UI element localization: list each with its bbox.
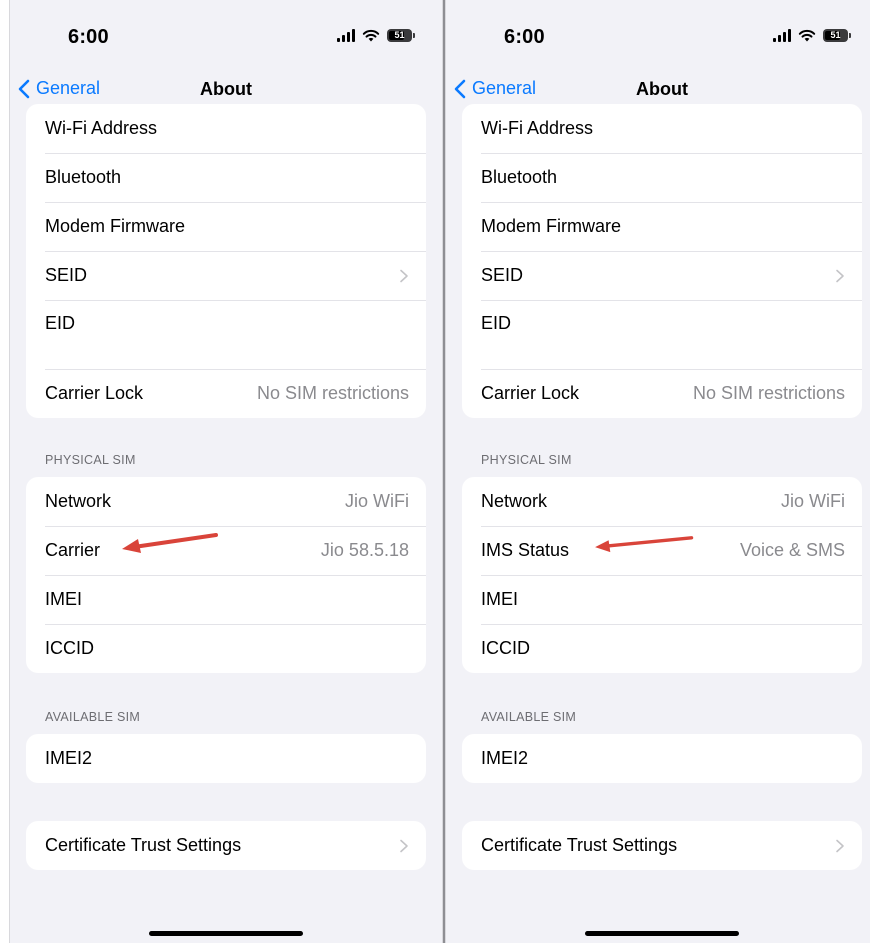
certificate-group: Certificate Trust Settings [462,821,862,870]
status-time: 6:00 [68,26,109,48]
wifi-icon [362,29,380,42]
page-title: About [636,79,688,99]
comparison-screens: 6:00 51 General About Wi-Fi Address Blue… [0,0,870,943]
battery-level: 51 [830,30,841,40]
home-indicator[interactable] [585,931,739,936]
page-title: About [200,79,252,99]
chevron-right-icon [836,839,844,852]
available-sim-group: IMEI2 [26,734,426,783]
row-label: Bluetooth [45,167,122,187]
certificate-group: Certificate Trust Settings [26,821,426,870]
row-certificate-trust-settings[interactable]: Certificate Trust Settings [462,821,862,870]
row-carrier-lock[interactable]: Carrier Lock No SIM restrictions [26,369,426,418]
row-seid[interactable]: SEID [462,251,862,300]
row-wifi-address[interactable]: Wi-Fi Address [462,104,862,153]
row-carrier-lock[interactable]: Carrier Lock No SIM restrictions [462,369,862,418]
row-label: IMEI2 [45,748,93,768]
row-value: Voice & SMS [739,540,845,560]
cellular-signal-icon [337,29,355,42]
annotation-arrow [595,536,694,553]
row-label: EID [45,313,76,333]
row-label: EID [481,313,512,333]
row-label: Bluetooth [481,167,558,187]
row-imei[interactable]: IMEI [26,575,426,624]
row-label: Certificate Trust Settings [45,835,242,855]
row-iccid[interactable]: ICCID [26,624,426,673]
chevron-right-icon [400,269,408,282]
row-label: SEID [45,265,88,285]
annotation-arrow [122,533,218,553]
row-bluetooth[interactable]: Bluetooth [462,153,862,202]
section-header-physical-sim: PHYSICAL SIM [45,453,136,467]
row-label: IMS Status [481,540,570,560]
battery-icon: 51 [387,29,415,42]
row-network[interactable]: Network Jio WiFi [26,477,426,526]
row-seid[interactable]: SEID [26,251,426,300]
status-time: 6:00 [504,26,545,48]
row-label: Network [481,491,548,511]
status-icons: 51 [773,29,851,42]
row-label: IMEI2 [481,748,529,768]
row-label: Carrier Lock [481,383,580,403]
row-certificate-trust-settings[interactable]: Certificate Trust Settings [26,821,426,870]
section-header-available-sim: AVAILABLE SIM [45,710,141,724]
row-label: Network [45,491,112,511]
row-label: Modem Firmware [45,216,186,236]
row-label: ICCID [481,638,530,658]
wifi-icon [798,29,816,42]
row-label: Carrier [45,540,101,560]
section-header-physical-sim: PHYSICAL SIM [481,453,572,467]
row-bluetooth[interactable]: Bluetooth [26,153,426,202]
about-info-group: Wi-Fi Address Bluetooth Modem Firmware S… [26,104,426,418]
chevron-right-icon [836,269,844,282]
status-bar: 6:00 51 [10,0,442,70]
row-modem-firmware[interactable]: Modem Firmware [26,202,426,251]
home-indicator[interactable] [149,931,303,936]
status-icons: 51 [337,29,415,42]
row-label: Wi-Fi Address [45,118,158,138]
status-bar: 6:00 51 [446,0,870,70]
row-label: SEID [481,265,524,285]
physical-sim-group: Network Jio WiFi IMS Status Voice & SMS … [462,477,862,673]
available-sim-group: IMEI2 [462,734,862,783]
battery-level: 51 [394,30,405,40]
physical-sim-group: Network Jio WiFi Carrier Jio 58.5.18 IME… [26,477,426,673]
row-label: Modem Firmware [481,216,622,236]
row-eid[interactable]: EID [26,300,426,369]
row-modem-firmware[interactable]: Modem Firmware [462,202,862,251]
row-iccid[interactable]: ICCID [462,624,862,673]
chevron-right-icon [400,839,408,852]
row-network[interactable]: Network Jio WiFi [462,477,862,526]
row-label: Carrier Lock [45,383,144,403]
row-wifi-address[interactable]: Wi-Fi Address [26,104,426,153]
row-label: Wi-Fi Address [481,118,594,138]
battery-icon: 51 [823,29,851,42]
row-value: Jio WiFi [781,491,845,511]
row-imei2[interactable]: IMEI2 [26,734,426,783]
row-value: No SIM restrictions [256,383,409,403]
row-value: No SIM restrictions [692,383,845,403]
row-carrier[interactable]: Carrier Jio 58.5.18 [26,526,426,575]
row-value: Jio 58.5.18 [320,540,409,560]
cellular-signal-icon [773,29,791,42]
row-eid[interactable]: EID [462,300,862,369]
about-info-group: Wi-Fi Address Bluetooth Modem Firmware S… [462,104,862,418]
row-label: Certificate Trust Settings [481,835,678,855]
row-label: IMEI [45,589,83,609]
row-imei2[interactable]: IMEI2 [462,734,862,783]
row-label: ICCID [45,638,94,658]
row-label: IMEI [481,589,519,609]
row-imei[interactable]: IMEI [462,575,862,624]
section-header-available-sim: AVAILABLE SIM [481,710,577,724]
about-screen-left: 6:00 51 General About Wi-Fi Address Blue… [9,0,443,943]
about-screen-right: 6:00 51 General About Wi-Fi Address Blue… [445,0,870,943]
row-value: Jio WiFi [345,491,409,511]
